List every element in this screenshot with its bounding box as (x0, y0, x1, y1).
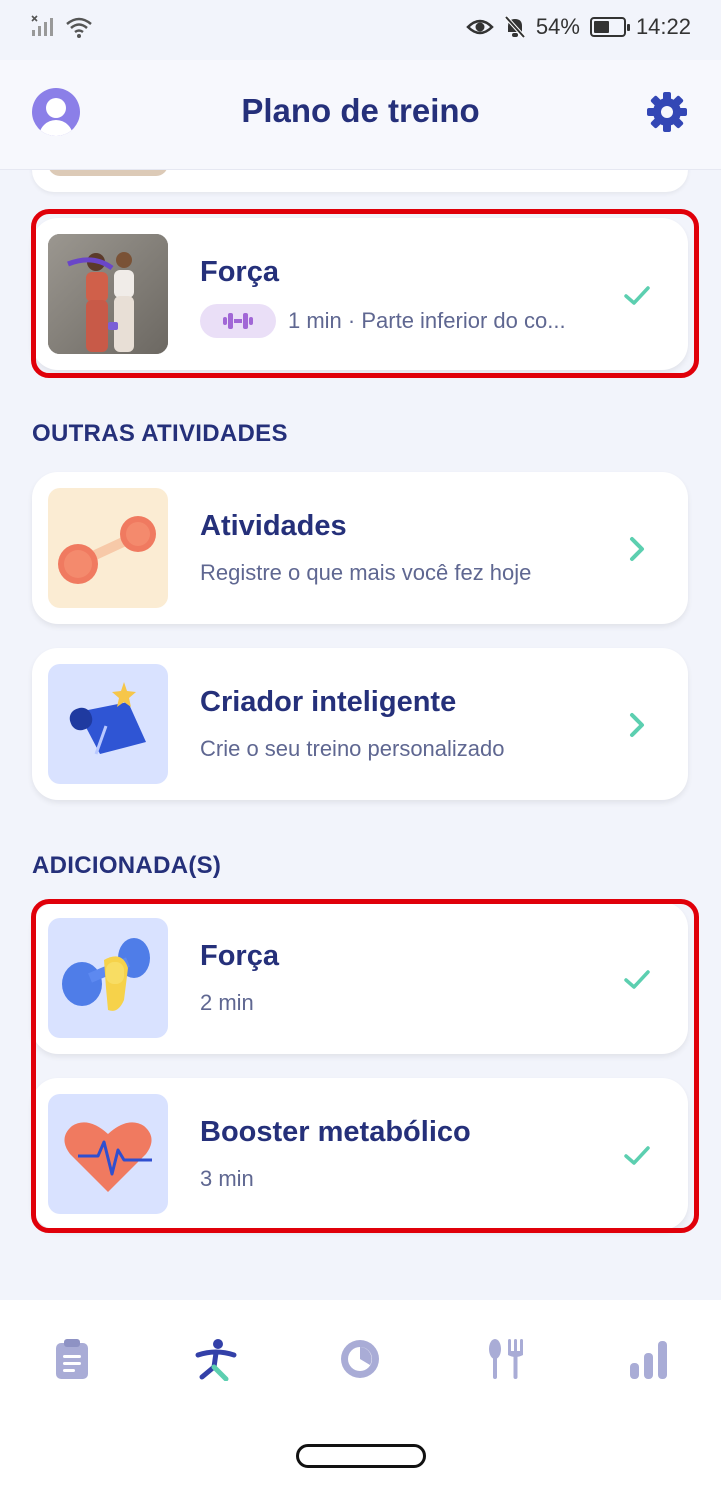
clock: 14:22 (635, 14, 691, 39)
clipboard-icon (56, 1339, 88, 1379)
previous-activity-thumbnail (48, 170, 168, 176)
nav-workout[interactable] (191, 1334, 241, 1384)
home-indicator[interactable] (296, 1444, 426, 1468)
card-subtitle-row: 1 min · Parte inferior do co... (200, 304, 566, 338)
dumbbell-badge (200, 304, 276, 338)
battery-icon (589, 17, 630, 37)
section-title-other-activities: OUTRAS ATIVIDADES (32, 420, 288, 447)
heart-pulse-illustration (48, 1094, 168, 1214)
card-title: Criador inteligente (200, 686, 457, 718)
nav-fasting[interactable] (335, 1334, 385, 1384)
page-title: Plano de treino (241, 92, 480, 129)
chevron-right-icon[interactable] (622, 710, 652, 740)
women-exercising-photo (48, 234, 168, 354)
nav-nutrition[interactable] (479, 1334, 529, 1384)
chevron-right-icon[interactable] (622, 534, 652, 564)
checkmark-icon (624, 970, 650, 989)
previous-activity-card[interactable] (32, 170, 688, 192)
battery-fill (593, 21, 610, 33)
card-subtitle: 3 min (200, 1166, 254, 1191)
nav-diary[interactable] (47, 1334, 97, 1384)
bar-chart-icon (630, 1341, 667, 1379)
fasting-timer-icon (341, 1340, 379, 1378)
main-content[interactable]: Força 1 min · Parte inferior do co... OU… (0, 170, 721, 1300)
card-subtitle: Crie o seu treino personalizado (200, 736, 505, 761)
checkmark-icon (624, 1146, 650, 1165)
checkmark-icon (624, 286, 650, 305)
status-right: 54% 14:22 (466, 14, 691, 40)
hand-dumbbell-illustration (48, 918, 168, 1038)
status-left (30, 14, 94, 40)
yoga-mat-star-illustration (48, 664, 168, 784)
metabolic-booster-card[interactable]: Booster metabólico 3 min (32, 1078, 688, 1230)
card-title: Força (200, 940, 279, 972)
status-bar: 54% 14:22 (0, 0, 721, 60)
card-subtitle: 2 min (200, 990, 254, 1015)
activities-card[interactable]: Atividades Registre o que mais você fez … (32, 472, 688, 624)
wifi-icon (66, 17, 92, 38)
card-title: Força (200, 256, 279, 288)
app-header: Plano de treino (0, 60, 721, 170)
card-subtitle: 1 min · Parte inferior do co... (288, 308, 566, 333)
card-title: Booster metabólico (200, 1116, 471, 1148)
gear-icon[interactable] (645, 90, 689, 134)
added-force-card[interactable]: Força 2 min (32, 902, 688, 1054)
battery-percent: 54% (535, 14, 580, 39)
smart-creator-card[interactable]: Criador inteligente Crie o seu treino pe… (32, 648, 688, 800)
card-title: Atividades (200, 510, 347, 542)
fork-knife-icon (489, 1339, 523, 1379)
card-subtitle: Registre o que mais você fez hoje (200, 560, 532, 585)
signal-icon (31, 15, 53, 36)
dumbbell-illustration (48, 488, 168, 608)
running-person-icon (195, 1339, 237, 1381)
bell-off-icon (504, 15, 526, 39)
force-workout-card[interactable]: Força 1 min · Parte inferior do co... (32, 218, 688, 370)
dumbbell-icon (223, 313, 253, 329)
bottom-navigation (0, 1300, 721, 1500)
nav-progress[interactable] (623, 1334, 673, 1384)
force-workout-photo (48, 234, 168, 354)
section-title-added: ADICIONADA(S) (32, 852, 222, 879)
eye-icon (466, 19, 494, 35)
